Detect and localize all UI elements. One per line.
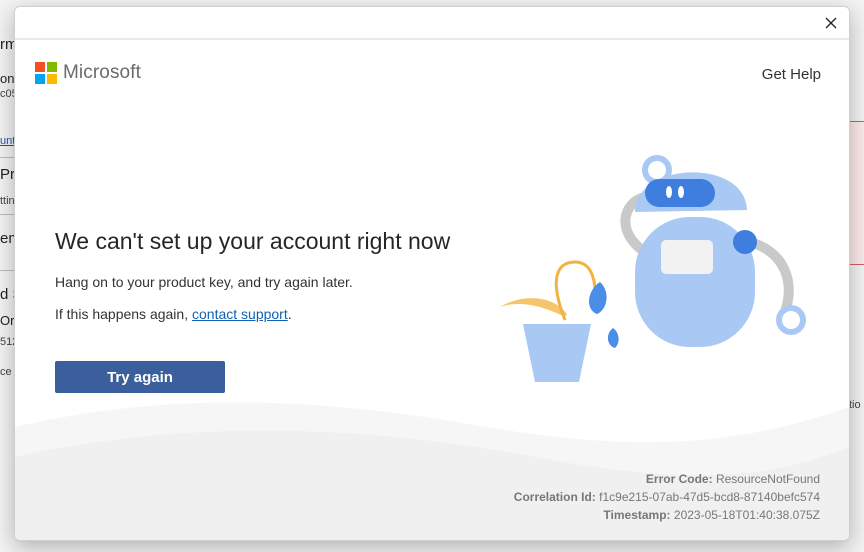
microsoft-logo: Microsoft (35, 62, 141, 84)
close-icon (825, 17, 837, 29)
bg-link-fragment[interactable]: unt (0, 135, 15, 147)
error-code-row: Error Code: ResourceNotFound (514, 470, 820, 488)
timestamp-row: Timestamp: 2023-05-18T01:40:38.075Z (514, 506, 820, 524)
bg-fragment: ce (0, 366, 12, 378)
error-message: Hang on to your product key, and try aga… (55, 274, 353, 290)
bg-fragment: Or (0, 313, 15, 328)
timestamp-label: Timestamp: (603, 508, 671, 522)
account-error-dialog: Microsoft Get Help We can't set up your … (14, 6, 850, 541)
dialog-titlebar (15, 7, 849, 40)
bg-fragment: ttin (0, 195, 15, 207)
bg-divider (0, 270, 14, 271)
robot-plant-illustration (500, 155, 806, 382)
brand-name: Microsoft (63, 62, 141, 83)
error-code-label: Error Code: (645, 472, 713, 486)
bg-divider (0, 214, 14, 215)
support-message-suffix: . (287, 306, 292, 322)
error-details: Error Code: ResourceNotFound Correlation… (514, 470, 820, 524)
support-message: If this happens again, contact support. (55, 306, 292, 322)
close-button[interactable] (819, 12, 843, 34)
microsoft-logo-icon (35, 62, 57, 84)
bg-divider (0, 157, 14, 158)
error-headline: We can't set up your account right now (55, 228, 451, 254)
timestamp-value: 2023-05-18T01:40:38.075Z (673, 508, 820, 522)
get-help-link[interactable]: Get Help (762, 66, 821, 83)
try-again-button[interactable]: Try again (55, 361, 225, 393)
error-code-value: ResourceNotFound (715, 472, 820, 486)
contact-support-link[interactable]: contact support (192, 306, 288, 322)
bg-fragment: tio (849, 399, 861, 411)
correlation-id-row: Correlation Id: f1c9e215-07ab-47d5-bcd8-… (514, 488, 820, 506)
correlation-id-value: f1c9e215-07ab-47d5-bcd8-87140befc574 (599, 490, 820, 504)
correlation-id-label: Correlation Id: (513, 490, 596, 504)
support-message-prefix: If this happens again, (55, 306, 192, 322)
